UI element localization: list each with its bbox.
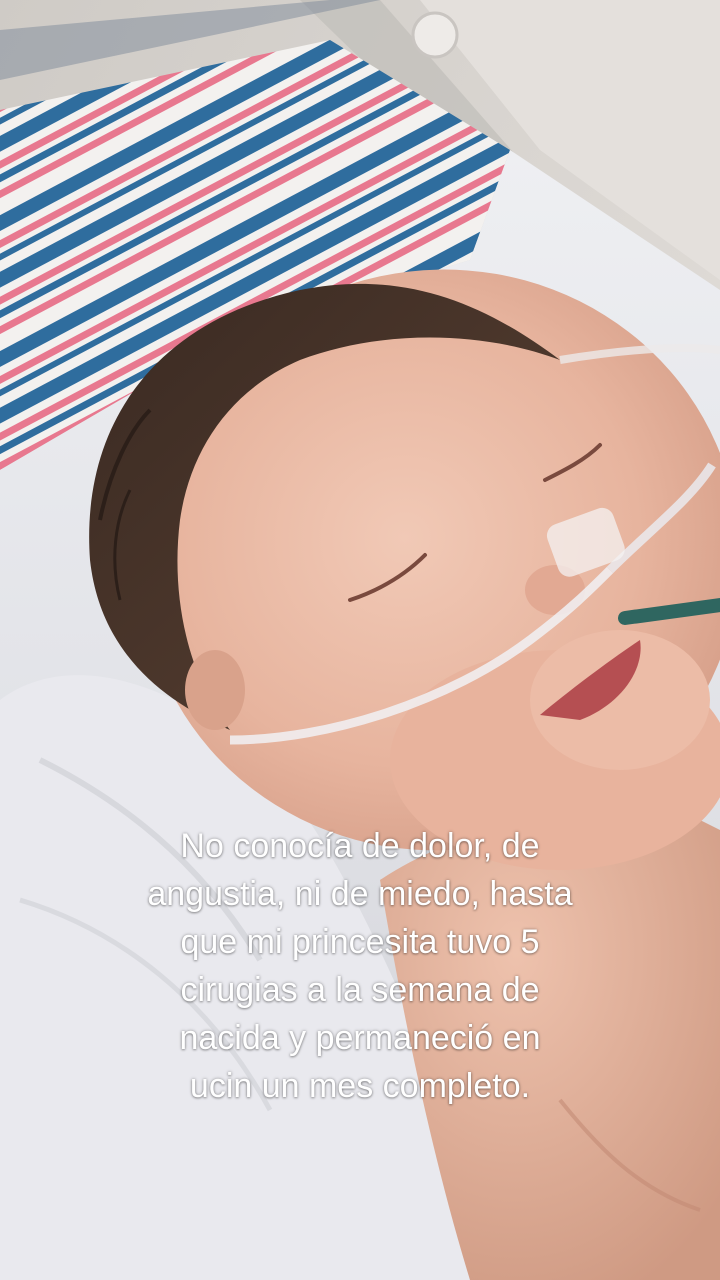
caption-line: nacida y permaneció en [179, 1019, 541, 1057]
caption-line: que mi princesita tuvo 5 [180, 923, 540, 961]
caption-line: cirugias a la semana de [180, 971, 540, 1009]
caption-line: ucin un mes completo. [189, 1067, 531, 1105]
caption-line: No conocía de dolor, de [180, 827, 540, 865]
caption-line: angustia, ni de miedo, hasta [147, 875, 573, 913]
caption-text: No conocía de dolor, de angustia, ni de … [60, 822, 660, 1110]
